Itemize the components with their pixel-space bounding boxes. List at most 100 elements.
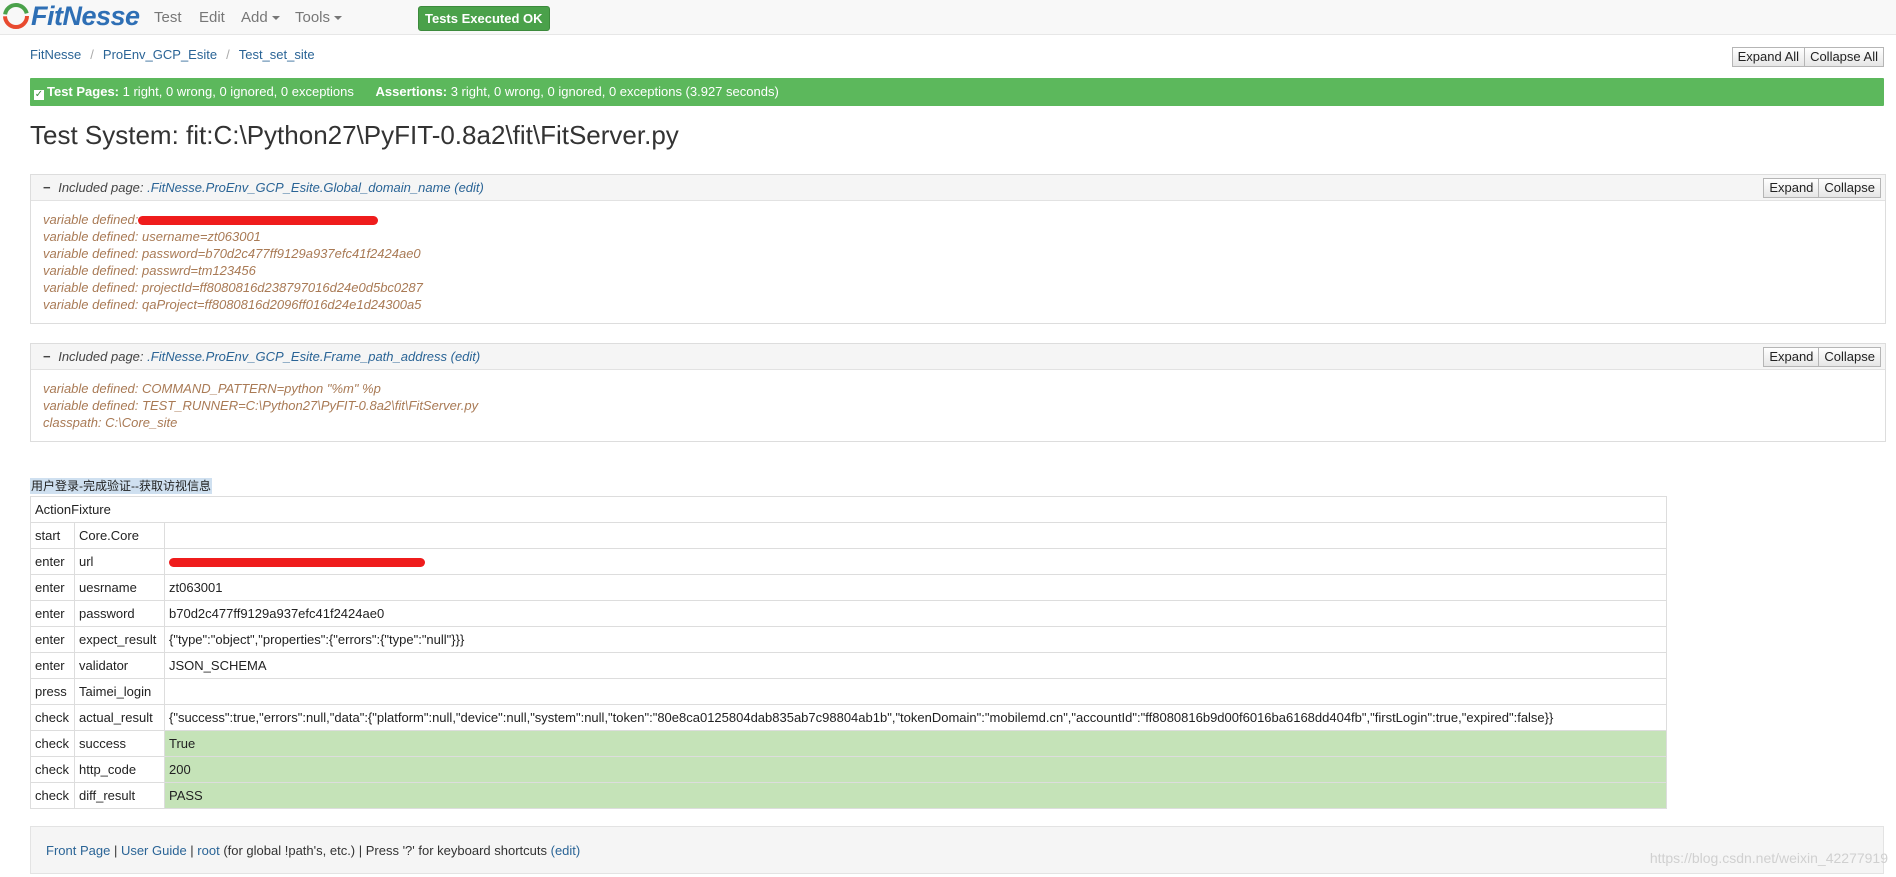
front-page-link[interactable]: Front Page <box>46 843 110 858</box>
nav-test[interactable]: Test <box>154 9 182 26</box>
breadcrumb: FitNesse / ProEnv_GCP_Esite / Test_set_site <box>30 47 315 62</box>
breadcrumb-item[interactable]: ProEnv_GCP_Esite <box>103 47 217 62</box>
included-page-prefix: Included page: <box>58 180 144 195</box>
target-cell: http_code <box>74 756 165 783</box>
expand-button[interactable]: Expand <box>1763 178 1820 198</box>
value-cell: True <box>164 730 1667 757</box>
value-cell: PASS <box>164 782 1667 809</box>
included-page-prefix: Included page: <box>58 349 144 364</box>
action-fixture-table: ActionFixture start Core.Core enter url ente… <box>30 496 1667 809</box>
action-cell: press <box>30 678 75 705</box>
target-cell: expect_result <box>74 626 165 653</box>
action-cell: enter <box>30 600 75 627</box>
variable-line: variable defined: TEST_RUNNER=C:\Python2… <box>43 398 479 413</box>
table-row: press Taimei_login <box>30 678 1667 705</box>
collapse-button[interactable]: Collapse <box>1819 347 1881 367</box>
included-page-global-domain: − Included page: .FitNesse.ProEnv_GCP_Es… <box>30 174 1886 324</box>
value-cell: b70d2c477ff9129a937efc41f2424ae0 <box>164 600 1667 627</box>
included-page-content: variable defined: COMMAND_PATTERN=python… <box>31 370 1885 441</box>
included-page-header[interactable]: − Included page: .FitNesse.ProEnv_GCP_Es… <box>31 175 1885 201</box>
breadcrumb-item[interactable]: FitNesse <box>30 47 81 62</box>
included-page-edit-link[interactable]: (edit) <box>454 180 484 195</box>
breadcrumb-item[interactable]: Test_set_site <box>239 47 315 62</box>
variable-line: variable defined: username=zt063001 <box>43 229 261 244</box>
variable-line: variable defined: projectId=ff8080816d23… <box>43 280 423 295</box>
redaction-mark <box>138 216 379 226</box>
nav-edit[interactable]: Edit <box>199 9 225 26</box>
action-cell: enter <box>30 574 75 601</box>
target-cell: uesrname <box>74 574 165 601</box>
action-cell: enter <box>30 626 75 653</box>
breadcrumb-separator: / <box>90 47 94 62</box>
nav-tools[interactable]: Tools <box>295 9 343 26</box>
assertions-result: 3 right, 0 wrong, 0 ignored, 0 exception… <box>450 84 779 99</box>
check-icon: ✓ <box>34 89 44 100</box>
included-page-edit-link[interactable]: (edit) <box>451 349 481 364</box>
target-cell: url <box>74 548 165 575</box>
table-row: check actual_result {"success":true,"error… <box>30 704 1667 731</box>
logo-icon <box>3 3 29 29</box>
target-cell: diff_result <box>74 782 165 809</box>
table-row: enter url <box>30 548 1667 575</box>
value-cell: zt063001 <box>164 574 1667 601</box>
table-caption: 用户登录-完成验证--获取访视信息 <box>30 478 212 494</box>
chevron-down-icon <box>271 16 280 21</box>
page-expand-controls: Expand All Collapse All <box>1731 47 1884 67</box>
assertions-label: Assertions: <box>375 84 448 99</box>
logo-text: FitNesse <box>31 0 140 31</box>
variable-line: variable defined: <box>43 211 1873 228</box>
table-row: start Core.Core <box>30 522 1667 549</box>
page-title: Test System: fit:C:\Python27\PyFIT-0.8a2… <box>30 120 679 150</box>
included-page-link[interactable]: .FitNesse.ProEnv_GCP_Esite.Global_domain… <box>147 180 450 195</box>
chevron-down-icon <box>334 16 343 21</box>
test-summary-bar: ✓ Test Pages: 1 right, 0 wrong, 0 ignored… <box>30 78 1884 106</box>
table-row: enter expect_result {"type":"object","prop… <box>30 626 1667 653</box>
included-page-content: variable defined: variable defined: user… <box>31 201 1885 323</box>
collapse-button[interactable]: Collapse <box>1819 178 1881 198</box>
footer-edit-link[interactable]: (edit) <box>551 843 581 858</box>
footer-text: (for global !path's, etc.) | Press '?' f… <box>219 843 551 858</box>
tests-executed-badge: Tests Executed OK <box>418 6 550 31</box>
test-pages-label: Test Pages: <box>47 84 120 99</box>
collapse-toggle-icon[interactable]: − <box>43 180 51 195</box>
target-cell: success <box>74 730 165 757</box>
table-row: check http_code 200 <box>30 756 1667 783</box>
action-cell: check <box>30 704 75 731</box>
nav-add-label: Add <box>241 9 268 26</box>
expand-all-button[interactable]: Expand All <box>1731 47 1806 67</box>
target-cell: password <box>74 600 165 627</box>
variable-line: variable defined: passwrd=tm123456 <box>43 263 256 278</box>
footer-separator: | <box>110 843 121 858</box>
action-cell: check <box>30 756 75 783</box>
included-page-link[interactable]: .FitNesse.ProEnv_GCP_Esite.Frame_path_ad… <box>147 349 447 364</box>
action-cell: enter <box>30 652 75 679</box>
action-cell: enter <box>30 548 75 575</box>
value-cell <box>164 678 1667 705</box>
watermark-text: https://blog.csdn.net/weixin_42277919 <box>1649 850 1888 866</box>
nav-add[interactable]: Add <box>241 9 280 26</box>
value-cell: JSON_SCHEMA <box>164 652 1667 679</box>
value-cell <box>164 522 1667 549</box>
value-cell: {"success":true,"errors":null,"data":{"p… <box>164 704 1667 731</box>
table-row: check success True <box>30 730 1667 757</box>
table-row: enter validator JSON_SCHEMA <box>30 652 1667 679</box>
page-footer: Front Page | User Guide | root (for glob… <box>30 826 1884 874</box>
target-cell: actual_result <box>74 704 165 731</box>
target-cell: Taimei_login <box>74 678 165 705</box>
action-cell: start <box>30 522 75 549</box>
variable-line: variable defined: COMMAND_PATTERN=python… <box>43 381 381 396</box>
collapse-toggle-icon[interactable]: − <box>43 349 51 364</box>
test-pages-result: 1 right, 0 wrong, 0 ignored, 0 exception… <box>122 84 354 99</box>
variable-text: variable defined: <box>43 212 143 227</box>
nav-tools-label: Tools <box>295 9 331 26</box>
expand-button[interactable]: Expand <box>1763 347 1820 367</box>
collapse-all-button[interactable]: Collapse All <box>1805 47 1884 67</box>
user-guide-link[interactable]: User Guide <box>121 843 187 858</box>
table-row: enter uesrname zt063001 <box>30 574 1667 601</box>
redaction-mark <box>169 558 425 568</box>
fixture-header-row: ActionFixture <box>30 496 1667 523</box>
fitnesse-logo[interactable]: FitNesse <box>3 1 140 31</box>
root-link[interactable]: root <box>197 843 219 858</box>
included-page-header[interactable]: − Included page: .FitNesse.ProEnv_GCP_Es… <box>31 344 1885 370</box>
variable-line: classpath: C:\Core_site <box>43 415 178 430</box>
